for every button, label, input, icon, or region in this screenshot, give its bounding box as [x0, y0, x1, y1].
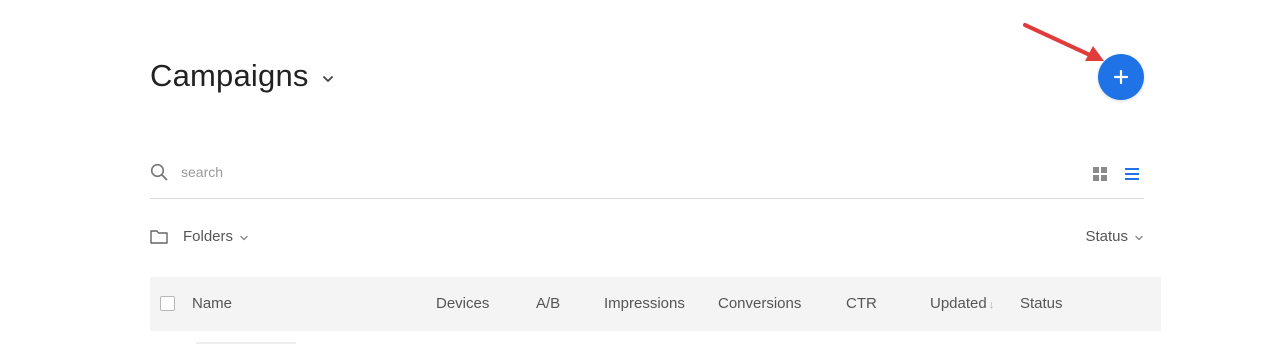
campaigns-page: Campaigns search Folders Status Name Dev…: [0, 0, 1267, 345]
status-filter-label: Status: [1085, 228, 1128, 245]
search-bar: [150, 152, 1144, 199]
table-header: Name Devices A/B Impressions Conversions…: [150, 277, 1161, 331]
chevron-down-icon: [240, 235, 248, 240]
search-icon: [150, 163, 168, 181]
column-header-updated[interactable]: Updated ↓: [930, 295, 994, 312]
column-header-ctr[interactable]: CTR: [846, 295, 877, 312]
status-filter-dropdown[interactable]: Status: [1085, 228, 1144, 245]
list-view-icon[interactable]: [1124, 166, 1140, 182]
column-header-updated-label: Updated: [930, 295, 987, 312]
column-header-impressions[interactable]: Impressions: [604, 295, 685, 312]
folders-label: Folders: [183, 228, 234, 245]
folder-icon: [150, 230, 168, 244]
folders-dropdown[interactable]: Folders: [150, 228, 249, 245]
table-row: [196, 342, 296, 344]
chevron-down-icon: [322, 76, 333, 82]
sort-descending-icon: ↓: [988, 299, 995, 311]
page-title-dropdown[interactable]: Campaigns: [150, 58, 335, 94]
annotation-arrow-icon: [1023, 23, 1104, 61]
column-header-name[interactable]: Name: [192, 295, 232, 312]
column-header-status[interactable]: Status: [1020, 295, 1063, 312]
search-input[interactable]: [181, 160, 781, 184]
column-header-conversions[interactable]: Conversions: [718, 295, 801, 312]
add-campaign-button[interactable]: [1098, 54, 1144, 100]
grid-view-icon[interactable]: [1092, 166, 1108, 182]
chevron-down-icon: [1135, 235, 1143, 240]
column-header-devices[interactable]: Devices: [436, 295, 489, 312]
page-title: Campaigns: [150, 58, 309, 93]
select-all-checkbox[interactable]: [160, 296, 175, 311]
column-header-ab[interactable]: A/B: [536, 295, 560, 312]
plus-icon: [1113, 69, 1129, 85]
